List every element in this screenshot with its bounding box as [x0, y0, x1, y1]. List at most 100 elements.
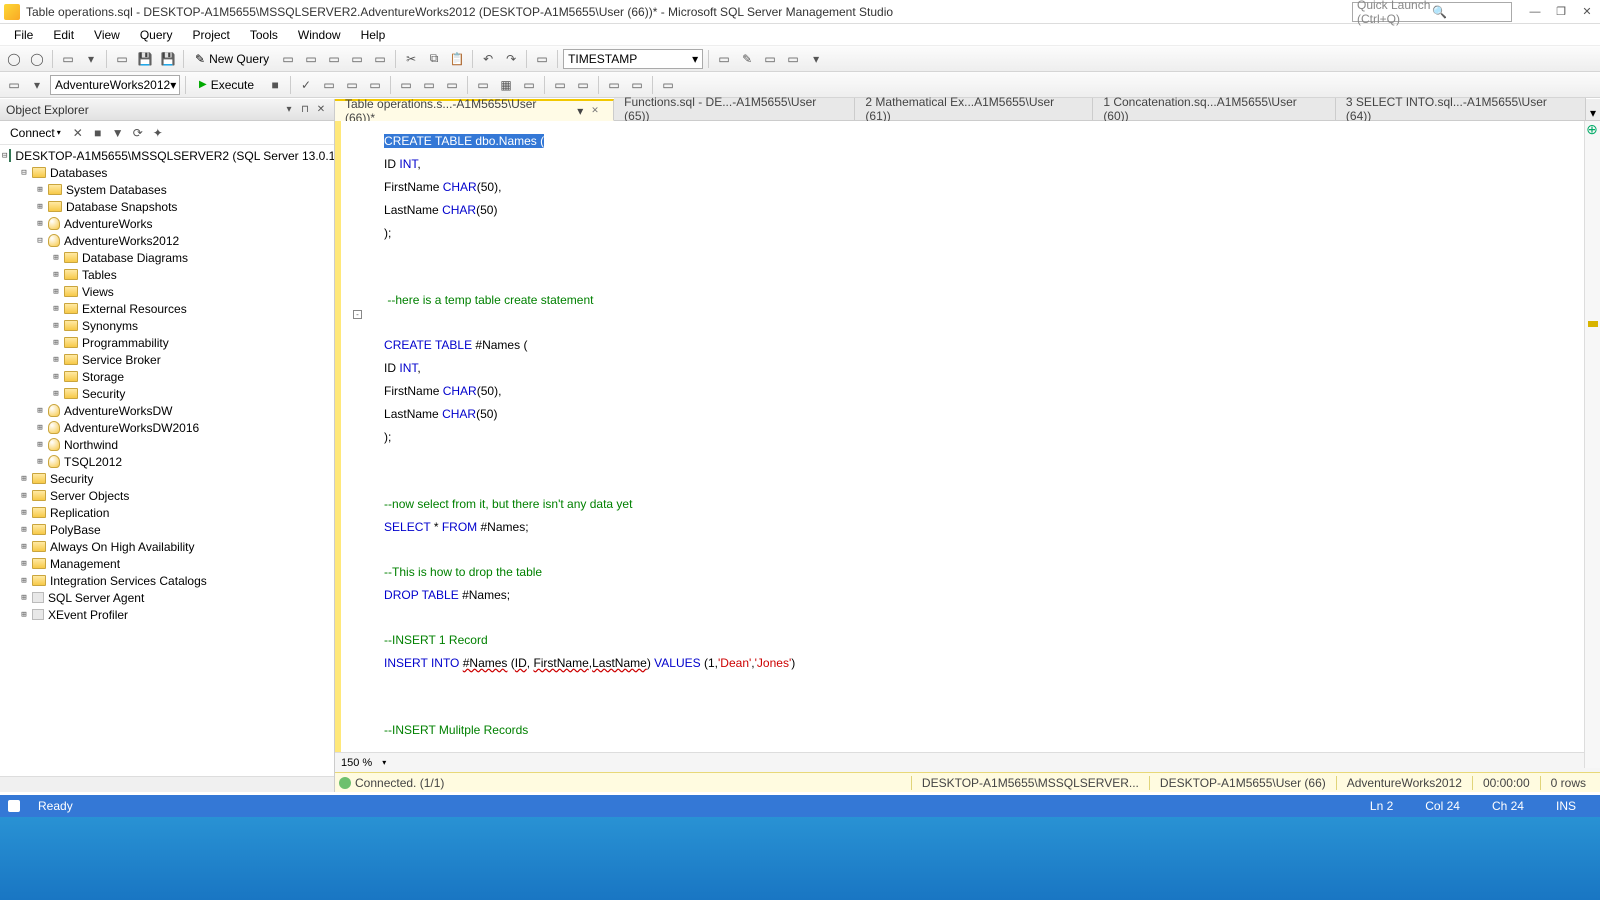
tree-server-root[interactable]: ⊟DESKTOP-A1M5655\MSSQLSERVER2 (SQL Serve…: [0, 147, 334, 164]
menu-project[interactable]: Project: [183, 26, 240, 44]
tree-db-northwind[interactable]: ⊞Northwind: [0, 436, 334, 453]
window-position-icon[interactable]: ▾: [282, 103, 296, 117]
expand-icon[interactable]: ⊞: [34, 219, 46, 229]
tree-server-objects[interactable]: ⊞Server Objects: [0, 487, 334, 504]
client-stats-icon[interactable]: ▭: [442, 75, 462, 95]
save-icon[interactable]: 💾: [135, 49, 155, 69]
minimize-button[interactable]: —: [1526, 4, 1544, 20]
collapse-icon[interactable]: ⊟: [2, 151, 7, 161]
menu-view[interactable]: View: [84, 26, 130, 44]
parse-icon[interactable]: ✓: [296, 75, 316, 95]
expand-icon[interactable]: ⊞: [50, 372, 62, 382]
expand-icon[interactable]: ⊞: [18, 593, 30, 603]
cancel-query-icon[interactable]: ■: [265, 75, 285, 95]
expand-icon[interactable]: ⊞: [50, 321, 62, 331]
expand-icon[interactable]: ⊞: [50, 304, 62, 314]
vertical-scrollbar[interactable]: ⊕: [1584, 121, 1600, 752]
tree-isc[interactable]: ⊞Integration Services Catalogs: [0, 572, 334, 589]
refresh-icon[interactable]: ⟳: [129, 124, 147, 142]
available-db-icon[interactable]: ▾: [27, 75, 47, 95]
outline-collapse-icon[interactable]: -: [353, 310, 362, 319]
tree-db-diagrams[interactable]: ⊞Database Diagrams: [0, 249, 334, 266]
save-all-icon[interactable]: 💾: [158, 49, 178, 69]
object-explorer-tree[interactable]: ⊟DESKTOP-A1M5655\MSSQLSERVER2 (SQL Serve…: [0, 145, 334, 776]
comment-icon[interactable]: ▭: [550, 75, 570, 95]
quick-launch-input[interactable]: Quick Launch (Ctrl+Q) 🔍: [1352, 2, 1512, 22]
close-button[interactable]: ✕: [1578, 4, 1596, 20]
tree-xevent[interactable]: ⊞XEvent Profiler: [0, 606, 334, 623]
expand-icon[interactable]: ⊞: [34, 406, 46, 416]
mdx-query-icon[interactable]: ▭: [324, 49, 344, 69]
expand-icon[interactable]: ⊞: [50, 389, 62, 399]
intellisense-icon[interactable]: ▭: [365, 75, 385, 95]
outdent-icon[interactable]: ▭: [627, 75, 647, 95]
tree-db-awdw2016[interactable]: ⊞AdventureWorksDW2016: [0, 419, 334, 436]
db-engine-query-icon[interactable]: ▭: [278, 49, 298, 69]
estimated-plan-icon[interactable]: ▭: [319, 75, 339, 95]
back-icon[interactable]: ◯: [4, 49, 24, 69]
tree-service-broker[interactable]: ⊞Service Broker: [0, 351, 334, 368]
tree-db-adventureworks2012[interactable]: ⊟AdventureWorks2012: [0, 232, 334, 249]
tb-misc-5[interactable]: ▾: [806, 49, 826, 69]
execute-button[interactable]: ▶ Execute: [191, 75, 262, 95]
expand-icon[interactable]: ⊞: [18, 576, 30, 586]
database-combo[interactable]: AdventureWorks2012▾: [50, 75, 180, 95]
tree-management[interactable]: ⊞Management: [0, 555, 334, 572]
tree-system-databases[interactable]: ⊞System Databases: [0, 181, 334, 198]
tb-misc-4[interactable]: ▭: [783, 49, 803, 69]
tb-misc-2[interactable]: ✎: [737, 49, 757, 69]
xmla-query-icon[interactable]: ▭: [370, 49, 390, 69]
tree-databases[interactable]: ⊟Databases: [0, 164, 334, 181]
change-connection-icon[interactable]: ▭: [4, 75, 24, 95]
oe-scrollbar[interactable]: [0, 776, 334, 792]
expand-icon[interactable]: ⊞: [18, 525, 30, 535]
tab-mathematical[interactable]: 2 Mathematical Ex...A1M5655\User (61)): [855, 98, 1093, 120]
auto-hide-icon[interactable]: ⊓: [298, 103, 312, 117]
expand-icon[interactable]: ⊞: [34, 440, 46, 450]
tb-misc-1[interactable]: ▭: [714, 49, 734, 69]
expand-icon[interactable]: ⊞: [18, 474, 30, 484]
tab-table-operations[interactable]: Table operations.s...-A1M5655\User (66))…: [335, 99, 614, 121]
tree-security[interactable]: ⊞Security: [0, 385, 334, 402]
collapse-icon[interactable]: ⊟: [34, 236, 46, 246]
cut-icon[interactable]: ✂: [401, 49, 421, 69]
menu-help[interactable]: Help: [351, 26, 396, 44]
tree-storage[interactable]: ⊞Storage: [0, 368, 334, 385]
menu-file[interactable]: File: [4, 26, 43, 44]
undo-icon[interactable]: ↶: [478, 49, 498, 69]
tree-tables[interactable]: ⊞Tables: [0, 266, 334, 283]
disconnect-icon[interactable]: ✕: [69, 124, 87, 142]
solution-config-icon[interactable]: ▭: [532, 49, 552, 69]
filter-icon[interactable]: ▼: [109, 124, 127, 142]
menu-window[interactable]: Window: [288, 26, 351, 44]
close-tab-icon[interactable]: ✕: [591, 105, 603, 117]
split-icon[interactable]: ⊕: [1584, 121, 1600, 137]
type-combo[interactable]: TIMESTAMP▾: [563, 49, 703, 69]
results-grid-icon[interactable]: ▦: [496, 75, 516, 95]
live-stats-icon[interactable]: ▭: [419, 75, 439, 95]
connect-button[interactable]: Connect▾: [4, 126, 67, 140]
tab-select-into[interactable]: 3 SELECT INTO.sql...-A1M5655\User (64)): [1336, 98, 1586, 120]
as-query-icon[interactable]: ▭: [301, 49, 321, 69]
expand-icon[interactable]: ⊞: [50, 270, 62, 280]
stop-icon[interactable]: ■: [89, 124, 107, 142]
tb-misc-3[interactable]: ▭: [760, 49, 780, 69]
open-icon[interactable]: ▾: [81, 49, 101, 69]
results-file-icon[interactable]: ▭: [519, 75, 539, 95]
search-oe-icon[interactable]: ✦: [149, 124, 167, 142]
tree-db-snapshots[interactable]: ⊞Database Snapshots: [0, 198, 334, 215]
active-files-dropdown[interactable]: ▾: [1586, 106, 1600, 120]
expand-icon[interactable]: ⊞: [18, 610, 30, 620]
expand-icon[interactable]: ⊞: [34, 423, 46, 433]
redo-icon[interactable]: ↷: [501, 49, 521, 69]
dmx-query-icon[interactable]: ▭: [347, 49, 367, 69]
tab-dropdown-icon[interactable]: ▾: [573, 104, 587, 118]
tab-concatenation[interactable]: 1 Concatenation.sq...A1M5655\User (60)): [1093, 98, 1336, 120]
expand-icon[interactable]: ⊞: [18, 559, 30, 569]
code-editor[interactable]: CREATE TABLE dbo.Names ( ID INT, FirstNa…: [371, 121, 1600, 752]
zoom-dropdown-icon[interactable]: ▾: [378, 758, 390, 767]
new-project-icon[interactable]: ▭: [58, 49, 78, 69]
tree-root-security[interactable]: ⊞Security: [0, 470, 334, 487]
expand-icon[interactable]: ⊞: [50, 338, 62, 348]
actual-plan-icon[interactable]: ▭: [396, 75, 416, 95]
